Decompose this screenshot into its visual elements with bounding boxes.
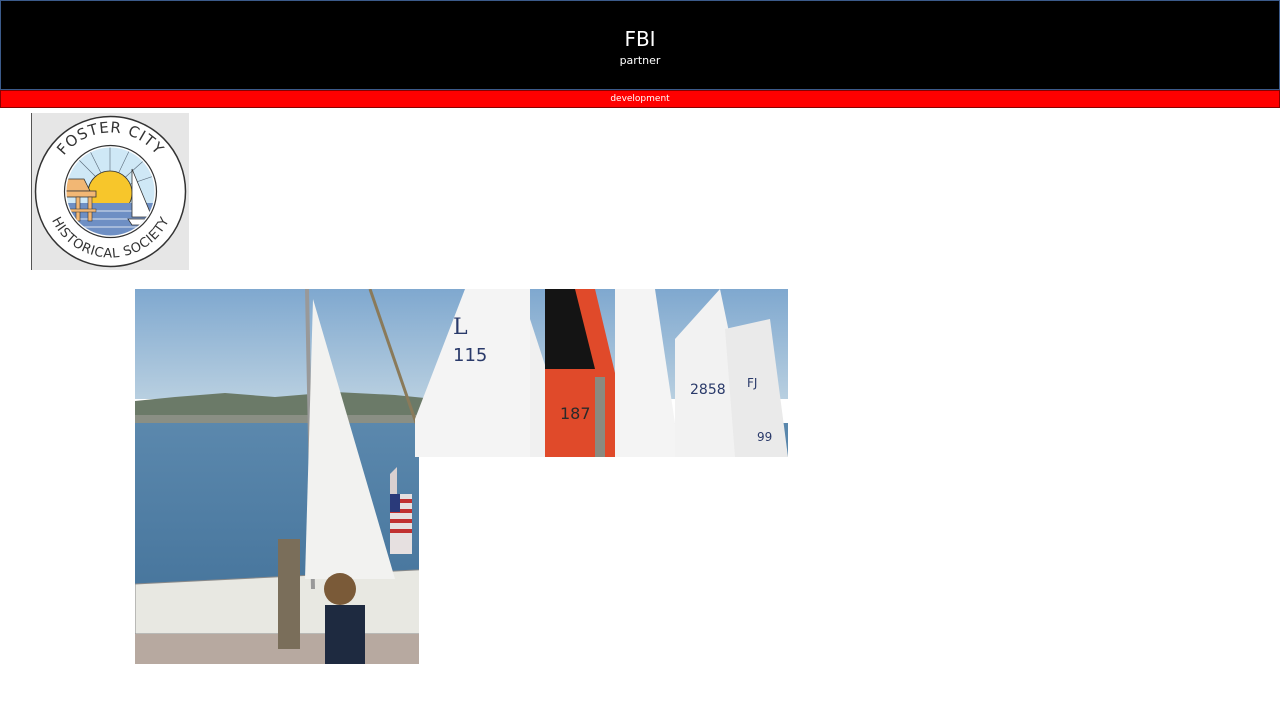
sail-number: FJ — [747, 376, 757, 390]
sail-number: 187 — [560, 404, 591, 423]
page-subtitle: partner — [619, 54, 661, 67]
blank-area — [419, 457, 788, 664]
logo-seal-icon: FOSTER CITY HISTORICAL SOCIETY — [34, 115, 187, 268]
status-banner: development — [0, 90, 1280, 108]
sail-number: L — [453, 315, 468, 340]
sail-number: 2858 — [690, 382, 726, 398]
status-banner-label: development — [610, 94, 670, 104]
sail-number: 99 — [757, 430, 772, 444]
page-title: FBI — [624, 27, 656, 51]
foster-city-historical-society-logo: FOSTER CITY HISTORICAL SOCIETY — [31, 113, 189, 270]
header-bar: FBI partner — [0, 0, 1280, 90]
sail-number: 115 — [453, 345, 487, 366]
